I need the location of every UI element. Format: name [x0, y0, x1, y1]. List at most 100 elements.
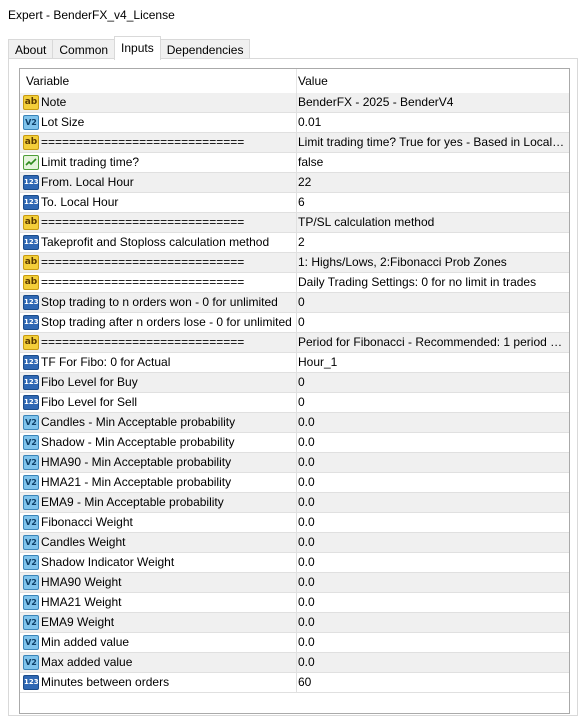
variable-cell: V2 HMA21 - Min Acceptable probability — [20, 473, 297, 492]
value-cell[interactable]: 0.0 — [298, 413, 566, 432]
string-icon: ab — [23, 275, 39, 290]
value-cell[interactable]: 0.0 — [298, 453, 566, 472]
variable-name: Lot Size — [41, 115, 85, 129]
variable-cell: V2 Shadow - Min Acceptable probability — [20, 433, 297, 452]
value-cell[interactable]: 0.0 — [298, 473, 566, 492]
value-cell[interactable]: 6 — [298, 193, 566, 212]
value-cell[interactable]: 22 — [298, 173, 566, 192]
value-cell[interactable]: Daily Trading Settings: 0 for no limit i… — [298, 273, 566, 292]
integer-icon: 123 — [23, 175, 39, 190]
table-row[interactable]: ab ============================= 1: Highs/… — [20, 253, 569, 273]
table-row[interactable]: 123 Minutes between orders 60 — [20, 673, 569, 693]
column-header-variable[interactable]: Variable — [20, 69, 297, 93]
value-cell[interactable]: 0.0 — [298, 593, 566, 612]
value-cell[interactable]: 2 — [298, 233, 566, 252]
table-row[interactable]: V2 Shadow Indicator Weight 0.0 — [20, 553, 569, 573]
tab-about[interactable]: About — [8, 39, 54, 60]
string-icon: ab — [23, 95, 39, 110]
table-row[interactable]: V2 HMA90 Weight 0.0 — [20, 573, 569, 593]
value-cell[interactable]: 0.0 — [298, 633, 566, 652]
value-cell[interactable]: false — [298, 153, 566, 172]
variable-name: HMA21 Weight — [41, 595, 122, 609]
variable-name: ============================= — [41, 335, 245, 349]
table-row[interactable]: 123 Stop trading after n orders lose - 0 … — [20, 313, 569, 333]
variable-name: Shadow - Min Acceptable probability — [41, 435, 235, 449]
value-cell[interactable]: 0.0 — [298, 533, 566, 552]
table-row[interactable]: 123 Takeprofit and Stoploss calculation m… — [20, 233, 569, 253]
variable-name: TF For Fibo: 0 for Actual — [41, 355, 171, 369]
table-row[interactable]: V2 HMA90 - Min Acceptable probability 0.0 — [20, 453, 569, 473]
value-cell[interactable]: 0 — [298, 293, 566, 312]
value-cell[interactable]: 0.0 — [298, 573, 566, 592]
variable-name: Min added value — [41, 635, 130, 649]
column-header-value[interactable]: Value — [298, 69, 328, 93]
table-row[interactable]: ab ============================= Period fo… — [20, 333, 569, 353]
table-row[interactable]: 123 From. Local Hour 22 — [20, 173, 569, 193]
value-cell[interactable]: 0.0 — [298, 613, 566, 632]
tab-dependencies[interactable]: Dependencies — [159, 39, 251, 60]
variable-cell: 123 Takeprofit and Stoploss calculation m… — [20, 233, 297, 252]
value-cell[interactable]: 0 — [298, 373, 566, 392]
value-cell[interactable]: 0.0 — [298, 433, 566, 452]
integer-icon: 123 — [23, 195, 39, 210]
bool-icon — [23, 155, 39, 170]
table-row[interactable]: ab ============================= TP/SL cal… — [20, 213, 569, 233]
table-row[interactable]: 123 TF For Fibo: 0 for Actual Hour_1 — [20, 353, 569, 373]
variable-name: Stop trading after n orders lose - 0 for… — [41, 315, 292, 329]
table-row[interactable]: Limit trading time? false — [20, 153, 569, 173]
table-row[interactable]: ab ============================= Daily Tra… — [20, 273, 569, 293]
variable-cell: V2 Candles - Min Acceptable probability — [20, 413, 297, 432]
variable-name: Note — [41, 95, 67, 109]
table-row[interactable]: V2 Candles Weight 0.0 — [20, 533, 569, 553]
table-row[interactable]: V2 HMA21 Weight 0.0 — [20, 593, 569, 613]
value-cell[interactable]: 0.0 — [298, 493, 566, 512]
value-cell[interactable]: Hour_1 — [298, 353, 566, 372]
table-row[interactable]: V2 Max added value 0.0 — [20, 653, 569, 673]
value-cell[interactable]: 0.0 — [298, 553, 566, 572]
variable-cell: V2 EMA9 - Min Acceptable probability — [20, 493, 297, 512]
value-cell[interactable]: 60 — [298, 673, 566, 692]
tab-inputs[interactable]: Inputs — [114, 36, 161, 60]
variable-name: ============================= — [41, 135, 245, 149]
value-cell[interactable]: Limit trading time? True for yes - Based… — [298, 133, 566, 152]
table-row[interactable]: V2 Shadow - Min Acceptable probability 0.0 — [20, 433, 569, 453]
variable-cell: ab ============================= — [20, 253, 297, 272]
tab-common[interactable]: Common — [52, 39, 116, 60]
variable-cell: 123 TF For Fibo: 0 for Actual — [20, 353, 297, 372]
value-cell[interactable]: TP/SL calculation method — [298, 213, 566, 232]
table-row[interactable]: V2 Fibonacci Weight 0.0 — [20, 513, 569, 533]
table-row[interactable]: V2 Lot Size 0.01 — [20, 113, 569, 133]
double-icon: V2 — [23, 535, 39, 550]
value-cell[interactable]: 1: Highs/Lows, 2:Fibonacci Prob Zones — [298, 253, 566, 272]
value-cell[interactable]: Period for Fibonacci - Recommended: 1 pe… — [298, 333, 566, 352]
variable-cell: ab ============================= — [20, 273, 297, 292]
table-row[interactable]: ab Note BenderFX - 2025 - BenderV4 — [20, 93, 569, 113]
table-row[interactable]: 123 Fibo Level for Sell 0 — [20, 393, 569, 413]
table-row[interactable]: V2 Candles - Min Acceptable probability 0.… — [20, 413, 569, 433]
value-cell[interactable]: 0 — [298, 313, 566, 332]
table-row[interactable]: V2 HMA21 - Min Acceptable probability 0.0 — [20, 473, 569, 493]
table-row[interactable]: 123 Fibo Level for Buy 0 — [20, 373, 569, 393]
variable-cell: ab ============================= — [20, 333, 297, 352]
variable-name: Minutes between orders — [41, 675, 170, 689]
variable-name: From. Local Hour — [41, 175, 134, 189]
variable-cell: 123 Fibo Level for Buy — [20, 373, 297, 392]
string-icon: ab — [23, 335, 39, 350]
table-row[interactable]: ab ============================= Limit tra… — [20, 133, 569, 153]
integer-icon: 123 — [23, 295, 39, 310]
table-row[interactable]: 123 Stop trading to n orders won - 0 for … — [20, 293, 569, 313]
double-icon: V2 — [23, 635, 39, 650]
double-icon: V2 — [23, 455, 39, 470]
string-icon: ab — [23, 135, 39, 150]
table-row[interactable]: V2 EMA9 - Min Acceptable probability 0.0 — [20, 493, 569, 513]
value-cell[interactable]: 0.0 — [298, 513, 566, 532]
table-row[interactable]: 123 To. Local Hour 6 — [20, 193, 569, 213]
value-cell[interactable]: 0.01 — [298, 113, 566, 132]
variable-cell: ab ============================= — [20, 133, 297, 152]
table-row[interactable]: V2 Min added value 0.0 — [20, 633, 569, 653]
value-cell[interactable]: 0 — [298, 393, 566, 412]
table-row[interactable]: V2 EMA9 Weight 0.0 — [20, 613, 569, 633]
value-cell[interactable]: 0.0 — [298, 653, 566, 672]
value-cell[interactable]: BenderFX - 2025 - BenderV4 — [298, 93, 566, 112]
variable-name: HMA90 - Min Acceptable probability — [41, 455, 232, 469]
